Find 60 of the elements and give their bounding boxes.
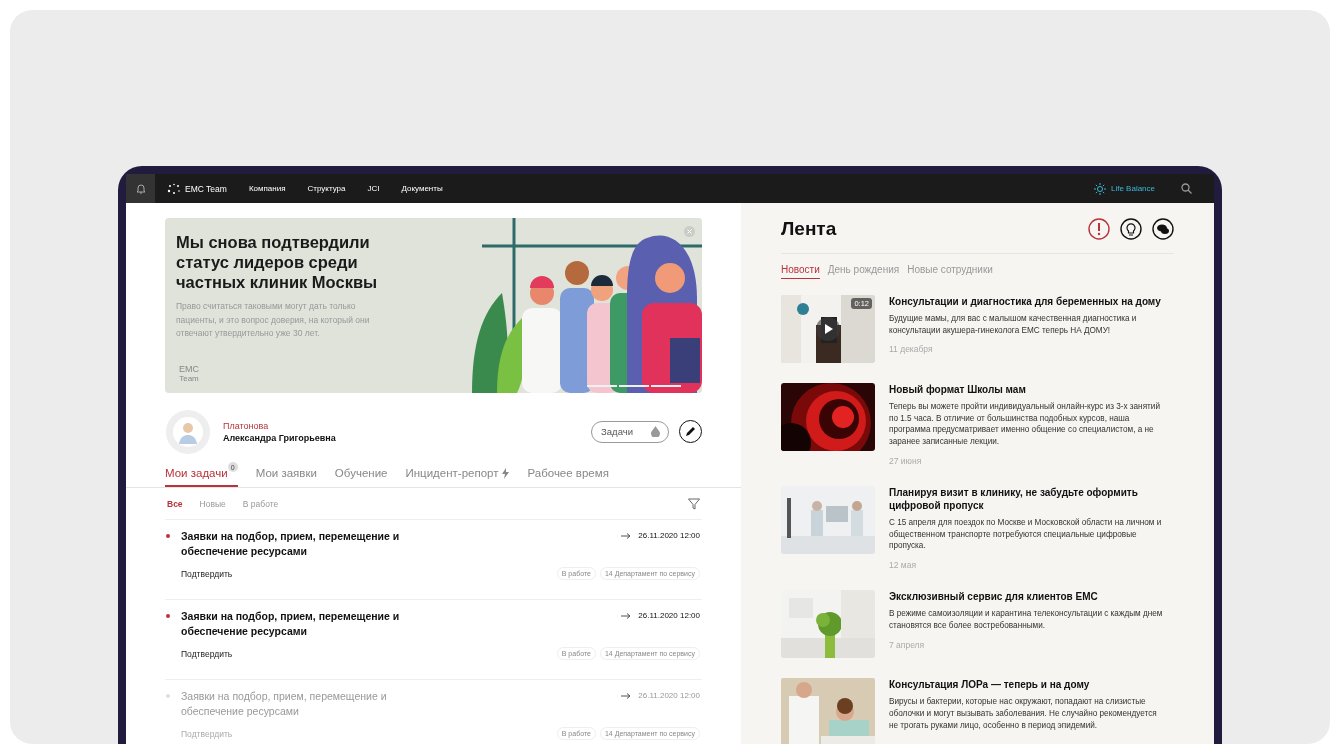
arrow-icon [621, 613, 632, 619]
tab[interactable]: Рабочее время [527, 462, 609, 487]
task-title[interactable]: Заявки на подбор, прием, перемещение и обеспечение ресурсами [181, 529, 403, 559]
logo-text: EMC [179, 364, 199, 374]
news-date: 11 декабря [889, 344, 934, 355]
life-balance-link[interactable]: Life Balance [1093, 182, 1155, 195]
logo-subtext: Team [179, 374, 199, 383]
logo-icon [167, 182, 181, 195]
news-title[interactable]: Консультация ЛОРа — теперь и на дому [889, 678, 1165, 692]
pencil-icon [685, 426, 696, 437]
lightbulb-icon[interactable] [1120, 218, 1142, 240]
play-icon[interactable] [816, 317, 840, 341]
search-icon[interactable] [1181, 183, 1192, 194]
alert-icon[interactable] [1088, 218, 1110, 240]
drop-icon [651, 426, 660, 437]
nav-link[interactable]: JCI [367, 184, 380, 193]
due-date: 26.11.2020 12:00 [638, 611, 700, 620]
avatar [165, 408, 211, 455]
tab[interactable]: Обучение [334, 462, 388, 487]
user-surname[interactable]: Платонова [223, 420, 336, 431]
lightning-icon [502, 467, 510, 479]
news-title[interactable]: Планируя визит в клинику, не забудьте оформить цифровой пропуск [889, 485, 1165, 513]
banner-title: Мы снова подтвердили статус лидеров среди частных клиник Москвы [176, 232, 379, 293]
news-title[interactable]: Консультации и диагностика для беременных на дому [889, 295, 1165, 309]
news-title[interactable]: Новый формат Школы мам [889, 383, 1165, 397]
arrow-icon [621, 533, 632, 539]
news-text: С 15 апреля для поездок по Москве и Московской области на личном и общественном транспорте потребуются специальные цифровые пропуска. [889, 517, 1163, 553]
due-date: 26.11.2020 12:00 [638, 531, 700, 540]
sun-icon [1093, 182, 1106, 195]
arrow-icon [621, 693, 632, 699]
filter-icon[interactable] [688, 498, 700, 510]
news-text: Будущие мамы, для вас с малышом качественная диагностика и консультации акушера-гинеколога ЕМС теперь НА ДОМУ! [889, 313, 1138, 337]
news-text: В режиме самоизоляции и карантина телеконсультации с каждым днем становятся все более востребованными. [889, 608, 1164, 632]
nav-link[interactable]: Структура [307, 184, 346, 193]
brand-name[interactable]: EMC Team [185, 183, 227, 194]
news-text: Теперь вы можете пройти индивидуальный онлайн-курс из 3-х занятий по 1.5 часа. В отличие от большинства подобных курсов, наша программа предусматривает именно общение со специалистом, а не заранее записанные лекции. [889, 401, 1161, 448]
notifications-button[interactable] [126, 174, 155, 203]
tab[interactable]: Мои заявки [255, 462, 317, 487]
bell-icon [134, 182, 147, 195]
banner-text: Право считаться таковыми могут дать только пациенты, и это вопрос доверия, на который они отвечают утвердительно уже 30 лет. [176, 300, 371, 340]
nav-link[interactable]: Документы [401, 184, 443, 193]
confirm-link[interactable]: Подтвердить [181, 568, 233, 579]
edit-button[interactable] [679, 420, 702, 443]
tasks-button[interactable]: Задачи [591, 420, 669, 443]
news-title[interactable]: Эксклюзивный сервис для клиентов ЕМС [889, 590, 1165, 604]
filter-tab[interactable]: Все [167, 499, 183, 509]
feed-title: Лента [781, 218, 837, 240]
feed-tab[interactable]: Новости [781, 264, 820, 279]
news-date: 7 апреля [889, 639, 926, 650]
news-date: 12 мая [889, 560, 917, 571]
task-title[interactable]: Заявки на подбор, прием, перемещение и обеспечение ресурсами [181, 609, 403, 639]
confirm-link[interactable]: Подтвердить [181, 648, 233, 659]
news-text: Вирусы и бактерии, которые нас окружают, попадают на слизистые оболочки и могут вызывать заболевания. Не случайно рекомендуется не трогать руками лицо, особенно в период эпидемий. [889, 696, 1158, 732]
banner[interactable]: Мы снова подтвердили статус лидеров среди частных клиник Москвы Право считаться таковыми могут дать только пациенты, и это вопрос доверия, на который они отвечают утвердительно уже 30 лет. EMC Team [165, 218, 702, 393]
news-date: 27 июня [889, 455, 923, 466]
due-date: 26.11.2020 12:00 [638, 691, 700, 700]
nav-link[interactable]: Компания [248, 184, 286, 193]
tab[interactable]: Инцидент-репорт [405, 462, 510, 487]
chat-icon[interactable] [1152, 218, 1174, 240]
user-name: Александра Григорьевна [223, 432, 336, 443]
